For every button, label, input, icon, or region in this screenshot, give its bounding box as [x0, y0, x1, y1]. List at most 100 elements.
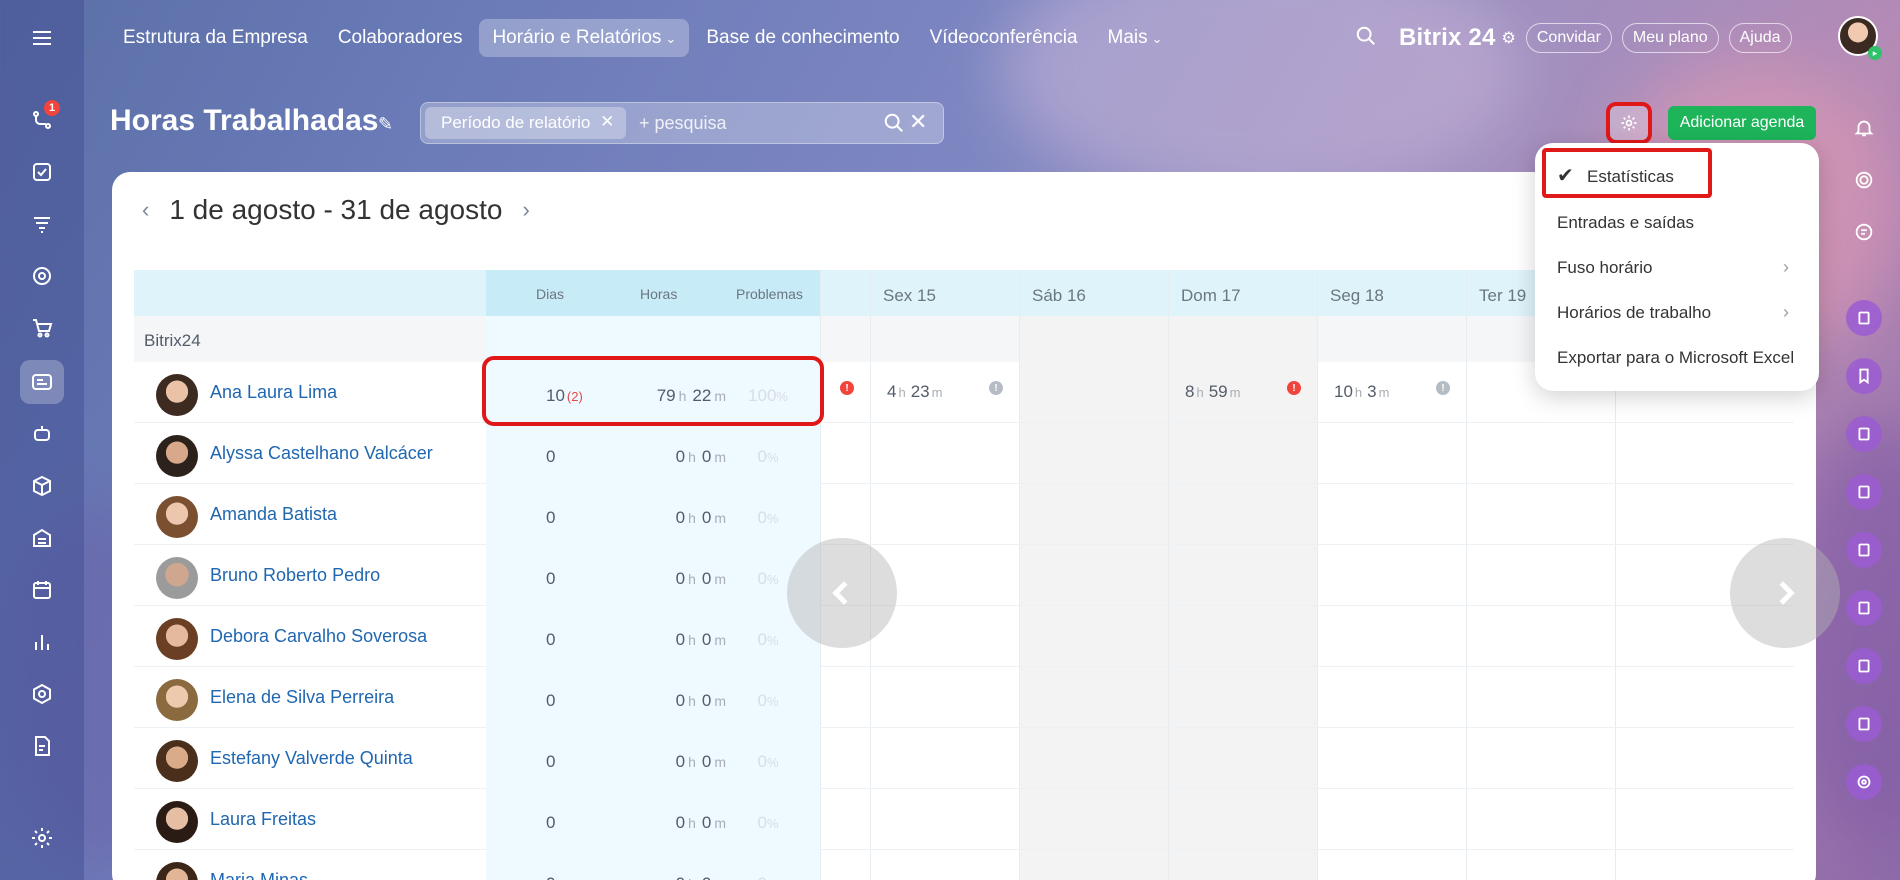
- contact-icon[interactable]: [1846, 590, 1882, 626]
- violation-alert-icon[interactable]: !: [840, 381, 854, 395]
- cart-icon[interactable]: [20, 306, 64, 350]
- menu-icon[interactable]: [20, 16, 64, 60]
- avatar[interactable]: [156, 862, 198, 880]
- invite-button[interactable]: Convidar: [1525, 23, 1612, 53]
- menu-item-export-excel[interactable]: Exportar para o Microsoft Excel: [1557, 348, 1794, 368]
- employee-name[interactable]: Elena de Silva Perreira: [210, 687, 394, 708]
- search-icon[interactable]: [883, 112, 905, 139]
- avatar[interactable]: [156, 740, 198, 782]
- avatar[interactable]: [156, 557, 198, 599]
- nav-time-reports[interactable]: Horário e Relatórios ⌄: [479, 19, 690, 57]
- tasks-icon[interactable]: [20, 150, 64, 194]
- employee-name[interactable]: Alyssa Castelhano Valcácer: [210, 443, 433, 464]
- table-row[interactable]: Maria Minas 0 0h0m 0%: [134, 850, 1794, 880]
- filter-search-box[interactable]: Período de relatório ✕ + pesquisa ✕: [420, 102, 944, 144]
- next-period-icon[interactable]: ›: [522, 197, 529, 223]
- menu-item-timezone[interactable]: Fuso horário ›: [1557, 257, 1789, 278]
- top-navigation: Estrutura da Empresa Colaboradores Horár…: [110, 18, 1180, 58]
- filter-tag[interactable]: Período de relatório ✕: [425, 107, 627, 139]
- employee-name[interactable]: Estefany Valverde Quinta: [210, 748, 413, 769]
- contact-icon[interactable]: [1846, 532, 1882, 568]
- menu-item-entries-exits[interactable]: Entradas e saídas: [1557, 213, 1694, 233]
- menu-item-work-schedules[interactable]: Horários de trabalho ›: [1557, 302, 1789, 323]
- minutes-number: 0: [701, 447, 712, 466]
- settings-icon[interactable]: [20, 816, 64, 860]
- my-plan-button[interactable]: Meu plano: [1621, 23, 1719, 53]
- employee-name[interactable]: Bruno Roberto Pedro: [210, 565, 380, 586]
- box-icon[interactable]: [20, 464, 64, 508]
- table-row[interactable]: Elena de Silva Perreira 0 0h0m 0%: [134, 667, 1794, 728]
- copilot-icon[interactable]: [1846, 162, 1882, 198]
- bookmark-icon[interactable]: [1846, 358, 1882, 394]
- clear-icon[interactable]: ✕: [909, 109, 927, 135]
- avatar[interactable]: [156, 618, 198, 660]
- calendar-icon[interactable]: [20, 568, 64, 612]
- filter-funnel-icon[interactable]: [20, 202, 64, 246]
- percent-number: 0: [757, 508, 767, 527]
- nav-videoconference[interactable]: Vídeoconferência: [917, 19, 1091, 57]
- avatar[interactable]: [156, 801, 198, 843]
- day-cell-hours[interactable]: 4 h 23 m: [887, 382, 947, 402]
- hexagon-icon[interactable]: [20, 672, 64, 716]
- contact-icon[interactable]: [1846, 706, 1882, 742]
- contact-icon[interactable]: [1846, 416, 1882, 452]
- pin-icon[interactable]: ✎: [378, 114, 393, 135]
- add-schedule-button[interactable]: Adicionar agenda: [1668, 106, 1816, 140]
- employee-name[interactable]: Laura Freitas: [210, 809, 316, 830]
- nav-company-structure[interactable]: Estrutura da Empresa: [110, 19, 321, 57]
- prev-period-icon[interactable]: ‹: [142, 197, 149, 223]
- avatar[interactable]: [156, 679, 198, 721]
- copilot-icon[interactable]: [1846, 764, 1882, 800]
- analytics-icon[interactable]: [20, 620, 64, 664]
- info-alert-icon[interactable]: !: [1436, 381, 1450, 395]
- menu-item-statistics[interactable]: Estatísticas: [1587, 167, 1674, 187]
- contact-icon[interactable]: [1846, 474, 1882, 510]
- avatar[interactable]: [156, 374, 198, 416]
- chat-sync-icon[interactable]: [1846, 214, 1882, 250]
- timeman-icon[interactable]: [20, 360, 64, 404]
- target-icon[interactable]: [20, 254, 64, 298]
- table-row[interactable]: Estefany Valverde Quinta 0 0h0m 0%: [134, 728, 1794, 789]
- search-icon[interactable]: [1355, 25, 1377, 52]
- nav-knowledge-base[interactable]: Base de conhecimento: [693, 19, 912, 57]
- clock-settings-icon[interactable]: ⚙: [1502, 28, 1516, 48]
- nav-more[interactable]: Mais ⌄: [1095, 19, 1176, 57]
- problems-percent: 0%: [738, 874, 798, 880]
- remove-filter-icon[interactable]: ✕: [600, 112, 614, 132]
- robot-icon[interactable]: [20, 412, 64, 456]
- search-input[interactable]: + pesquisa: [639, 113, 727, 134]
- table-row[interactable]: Debora Carvalho Soverosa 0 0h0m 0%: [134, 606, 1794, 667]
- bell-icon[interactable]: [1846, 110, 1882, 146]
- employee-name[interactable]: Debora Carvalho Soverosa: [210, 626, 427, 647]
- document-sign-icon[interactable]: [20, 724, 64, 768]
- employee-name[interactable]: Amanda Batista: [210, 504, 337, 525]
- hours-number: 0: [675, 569, 686, 588]
- activity-icon[interactable]: 1: [20, 98, 64, 142]
- problems-percent: 0%: [738, 630, 798, 650]
- chevron-left-icon: [832, 581, 848, 605]
- nav-employees[interactable]: Colaboradores: [325, 19, 476, 57]
- scroll-right-button[interactable]: [1730, 538, 1840, 648]
- brand-logo[interactable]: Bitrix 24: [1399, 24, 1496, 52]
- violation-alert-icon[interactable]: !: [1287, 381, 1301, 395]
- info-alert-icon[interactable]: !: [989, 381, 1003, 395]
- help-button[interactable]: Ajuda: [1728, 23, 1792, 53]
- day-cell-hours[interactable]: 10 h 3 m: [1334, 382, 1394, 402]
- table-row[interactable]: Laura Freitas 0 0h0m 0%: [134, 789, 1794, 850]
- employee-name[interactable]: Maria Minas: [210, 870, 308, 880]
- contact-icon[interactable]: [1846, 300, 1882, 336]
- table-row[interactable]: Amanda Batista 0 0h0m 0%: [134, 484, 1794, 545]
- table-row[interactable]: Alyssa Castelhano Valcácer 0 0h0m 0%: [134, 423, 1794, 484]
- store-icon[interactable]: [20, 516, 64, 560]
- chevron-down-icon: ⌄: [1151, 31, 1163, 46]
- avatar[interactable]: [156, 435, 198, 477]
- employee-name[interactable]: Ana Laura Lima: [210, 382, 337, 403]
- settings-button[interactable]: [1606, 102, 1652, 144]
- contact-icon[interactable]: [1846, 648, 1882, 684]
- percent-number: 0: [757, 447, 767, 466]
- highlight-box: [482, 356, 824, 426]
- avatar[interactable]: [156, 496, 198, 538]
- table-row[interactable]: Bruno Roberto Pedro 0 0h0m 0%: [134, 545, 1794, 606]
- scroll-left-button[interactable]: [787, 538, 897, 648]
- day-cell-hours[interactable]: 8 h 59 m: [1185, 382, 1245, 402]
